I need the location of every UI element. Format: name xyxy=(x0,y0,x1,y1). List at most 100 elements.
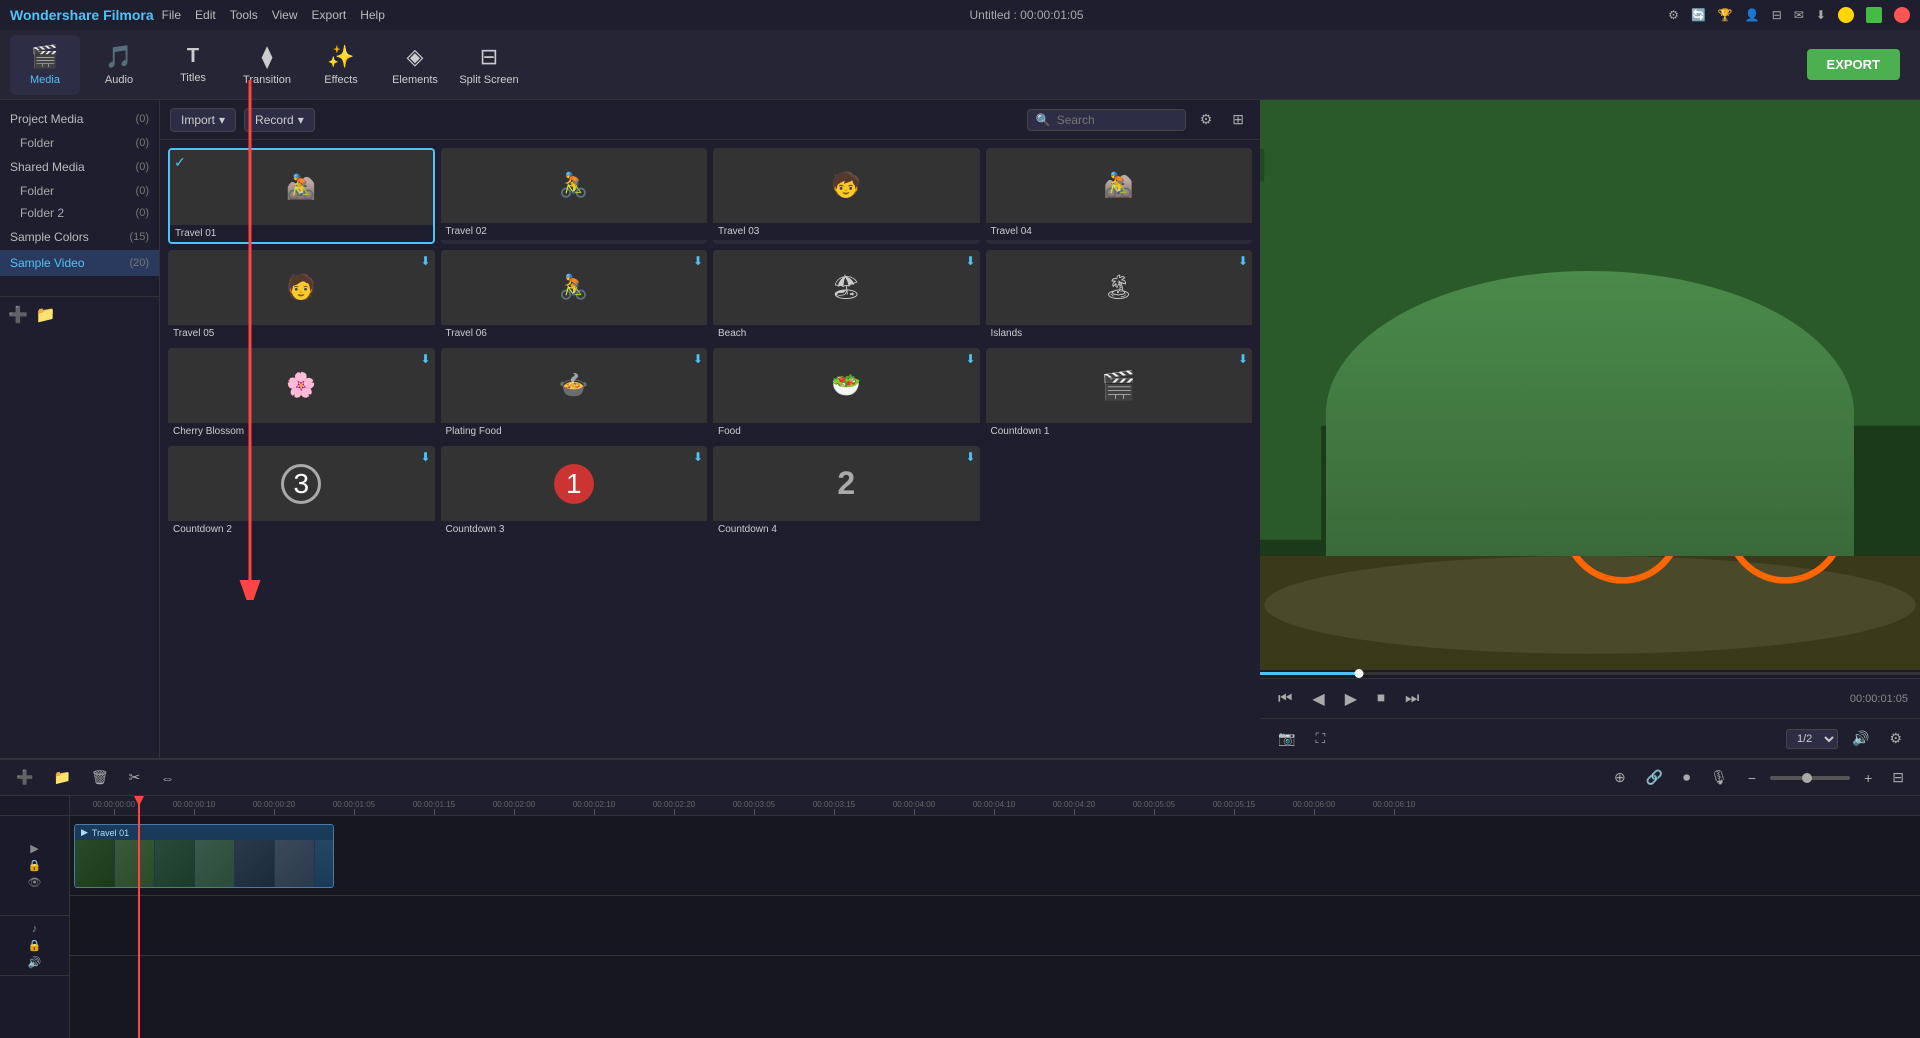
shared-media-label: Shared Media xyxy=(10,160,85,174)
ruler-mark-16: 00:00:06:10 xyxy=(1354,800,1434,815)
toolbar-titles[interactable]: T Titles xyxy=(158,35,228,95)
timeline-folder-button[interactable]: 📁 xyxy=(47,766,76,789)
zoom-handle[interactable] xyxy=(1802,773,1812,783)
media-thumb-plating[interactable]: ⬇ 🍲 Plating Food xyxy=(441,348,708,440)
sidebar-item-folder3[interactable]: Folder 2 (0) xyxy=(0,202,159,224)
sidebar-section-sample-video[interactable]: Sample Video (20) xyxy=(0,250,159,276)
menu-export[interactable]: Export xyxy=(312,8,347,22)
toolbar-splitscreen[interactable]: ⊟ Split Screen xyxy=(454,35,524,95)
islands-icon: 🏝 xyxy=(1104,273,1134,302)
media-thumb-travel06[interactable]: ⬇ 🚴 Travel 06 xyxy=(441,250,708,342)
toolbar-elements[interactable]: ◈ Elements xyxy=(380,35,450,95)
media-thumb-travel05[interactable]: ⬇ 🧑 Travel 05 xyxy=(168,250,435,342)
menu-tools[interactable]: Tools xyxy=(230,8,258,22)
titlebar-icon-5: ⊟ xyxy=(1772,8,1782,22)
search-input[interactable] xyxy=(1057,113,1177,127)
scrubber-handle[interactable] xyxy=(1355,669,1364,678)
volume-button[interactable]: 🔊 xyxy=(1846,728,1875,749)
sidebar-section-shared-media[interactable]: Shared Media (0) xyxy=(0,154,159,180)
download-icon: ⬇ xyxy=(1238,352,1248,366)
sample-video-count: (20) xyxy=(129,257,149,269)
zoom-slider[interactable] xyxy=(1770,776,1850,780)
timeline-delete-button[interactable]: 🗑 xyxy=(85,766,115,789)
sidebar-add-icon[interactable]: ➕ xyxy=(8,305,28,325)
media-thumb-countdown4[interactable]: ⬇ 2 Countdown 4 xyxy=(713,446,980,538)
ruler-mark-14: 00:00:05:15 xyxy=(1194,800,1274,815)
media-thumb-islands[interactable]: ⬇ 🏝 Islands xyxy=(986,250,1253,342)
toolbar-effects[interactable]: ✨ Effects xyxy=(306,35,376,95)
media-thumb-beach[interactable]: ⬇ 🏖 Beach xyxy=(713,250,980,342)
import-button[interactable]: Import ▾ xyxy=(170,108,236,132)
menu-view[interactable]: View xyxy=(272,8,298,22)
skip-back-button[interactable]: ⏮ xyxy=(1272,688,1298,710)
video-clip-travel01[interactable]: ▶ Travel 01 xyxy=(74,824,334,888)
screenshot-button[interactable]: 📷 xyxy=(1272,728,1301,749)
sidebar-section-sample-colors[interactable]: Sample Colors (15) xyxy=(0,224,159,250)
sidebar-item-folder2[interactable]: Folder (0) xyxy=(0,180,159,202)
record-button[interactable]: Record ▾ xyxy=(244,108,315,132)
travel05-icon: 🧑 xyxy=(286,273,316,302)
timeline-magnet-button[interactable]: 🔗 xyxy=(1640,766,1669,789)
media-thumb-countdown1[interactable]: ⬇ 🎬 Countdown 1 xyxy=(986,348,1253,440)
timeline-voiceover-button[interactable]: 🎙 xyxy=(1704,766,1734,789)
fullscreen-button[interactable]: ⛶ xyxy=(1309,728,1331,749)
settings-button[interactable]: ⚙ xyxy=(1883,728,1908,749)
timeline-zoom-fit-button[interactable]: ⊟ xyxy=(1886,766,1910,789)
close-button[interactable] xyxy=(1894,7,1910,23)
thumb-img-plating: ⬇ 🍲 xyxy=(441,348,708,423)
video-clip-frames xyxy=(75,840,333,887)
eye-track-icon[interactable]: 👁 xyxy=(28,876,42,889)
timeline-zoom-out-button[interactable]: − xyxy=(1742,767,1762,789)
stop-button[interactable]: ⏹ xyxy=(1371,688,1391,710)
maximize-button[interactable] xyxy=(1866,7,1882,23)
thumb-label-travel01: Travel 01 xyxy=(170,225,433,242)
sidebar-item-folder1[interactable]: Folder (0) xyxy=(0,132,159,154)
media-thumb-food[interactable]: ⬇ 🥗 Food xyxy=(713,348,980,440)
ruler-mark-4: 00:00:01:15 xyxy=(394,800,474,815)
countdown3-icon: 1 xyxy=(554,464,594,504)
sidebar-folder-icon[interactable]: 📁 xyxy=(36,305,56,325)
timeline-playhead[interactable] xyxy=(138,796,140,1038)
menu-edit[interactable]: Edit xyxy=(195,8,216,22)
media-thumb-travel02[interactable]: 🚴 Travel 02 xyxy=(441,148,708,244)
play-back-button[interactable]: ◀ xyxy=(1306,687,1330,711)
quality-select[interactable]: 1/2 1/4 Full xyxy=(1786,729,1838,749)
audio-lock-icon[interactable]: 🔒 xyxy=(28,939,42,952)
media-thumb-travel01[interactable]: ✓ 🚵 Travel 01 xyxy=(168,148,435,244)
lock-track-icon[interactable]: 🔒 xyxy=(28,859,42,872)
menu-file[interactable]: File xyxy=(162,8,181,22)
menu-help[interactable]: Help xyxy=(360,8,385,22)
toolbar-audio[interactable]: 🎵 Audio xyxy=(84,35,154,95)
timeline-zoom-in-button[interactable]: + xyxy=(1858,767,1878,789)
media-thumb-countdown3[interactable]: ⬇ 1 Countdown 3 xyxy=(441,446,708,538)
titlebar-right: ⚙ 🔄 🏆 👤 ⊟ ✉ ⬇ xyxy=(1668,7,1910,23)
toolbar-media[interactable]: 🎬 Media xyxy=(10,35,80,95)
video-scrubber[interactable] xyxy=(1260,672,1920,675)
view-toggle-button[interactable]: ⊞ xyxy=(1226,109,1250,130)
skip-fwd-button[interactable]: ⏭ xyxy=(1399,688,1425,710)
timeline-cut-button[interactable]: ✂ xyxy=(123,766,147,789)
media-thumb-cherry[interactable]: ⬇ 🌸 Cherry Blossom xyxy=(168,348,435,440)
media-thumb-travel03[interactable]: 🧒 Travel 03 xyxy=(713,148,980,244)
media-thumb-travel04[interactable]: 🚵 Travel 04 xyxy=(986,148,1253,244)
thumb-img-countdown1: ⬇ 🎬 xyxy=(986,348,1253,423)
timeline-split-button[interactable]: ⇔ xyxy=(154,767,180,789)
export-button[interactable]: EXPORT xyxy=(1807,49,1900,80)
filter-button[interactable]: ⚙ xyxy=(1194,109,1219,130)
travel03-icon: 🧒 xyxy=(831,171,861,200)
thumb-label-travel02: Travel 02 xyxy=(441,223,708,240)
timeline-record-button[interactable]: ⏺ xyxy=(1677,766,1696,789)
download-icon: ⬇ xyxy=(1238,254,1248,268)
toolbar-transition[interactable]: ⧫ Transition xyxy=(232,35,302,95)
play-button[interactable]: ▶ xyxy=(1339,687,1363,711)
main-area: Project Media (0) Folder (0) Shared Medi… xyxy=(0,100,1920,758)
audio-mute-icon[interactable]: 🔊 xyxy=(28,956,42,969)
sidebar-section-project-media[interactable]: Project Media (0) xyxy=(0,106,159,132)
timeline-snap-button[interactable]: ⊕ xyxy=(1608,766,1632,789)
project-media-count: (0) xyxy=(136,113,149,125)
timeline-add-button[interactable]: ➕ xyxy=(10,766,39,789)
preview-video xyxy=(1260,100,1920,670)
travel06-icon: 🚴 xyxy=(559,273,589,302)
minimize-button[interactable] xyxy=(1838,7,1854,23)
media-thumb-countdown2[interactable]: ⬇ 3 Countdown 2 xyxy=(168,446,435,538)
